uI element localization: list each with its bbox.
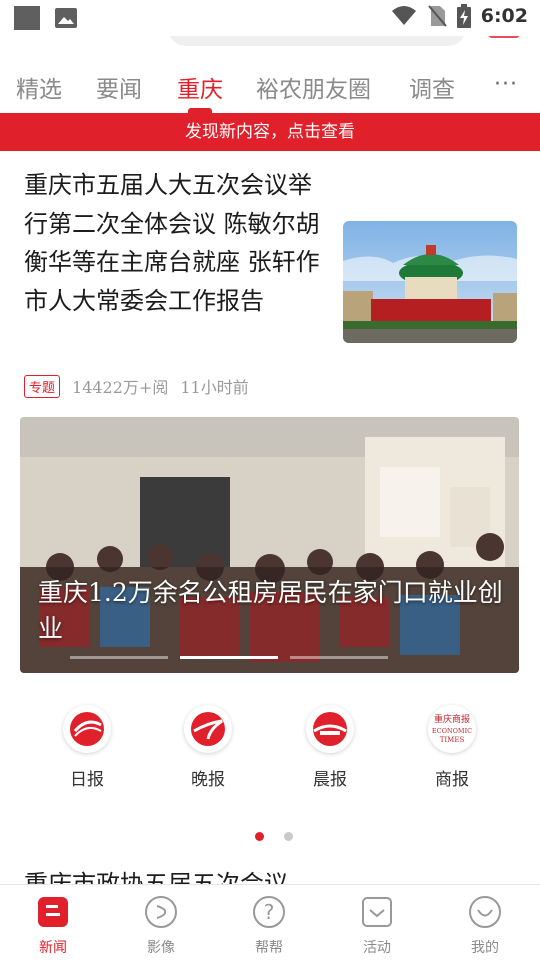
no-sim-icon: [427, 5, 447, 27]
nav-label: 影像: [147, 940, 175, 956]
nav-label: 帮帮: [255, 940, 283, 956]
paper-label: 晚报: [191, 770, 225, 790]
paper-label: 晨报: [313, 770, 347, 790]
business-paper-icon: 重庆商报 ECONOMIC TIMES: [428, 705, 476, 753]
topic-tag: 专题: [24, 374, 61, 398]
profile-icon: [469, 896, 501, 928]
morning-paper-icon: [306, 705, 354, 753]
shortcut-pager: [255, 832, 293, 841]
paper-evening[interactable]: 晚报: [168, 705, 248, 790]
article-title[interactable]: 重庆市五届人大五次会议举行第二次全体会议 陈敏尔胡衡华等在主席台就座 张轩作市人…: [24, 166, 324, 320]
daily-paper-icon: [63, 705, 111, 753]
image-icon: [55, 8, 77, 28]
banner-indicator: [70, 656, 388, 659]
banner-indicator-dot: [290, 656, 388, 659]
featured-banner[interactable]: 重庆1.2万余名公租房居民在家门口就业创业: [20, 417, 519, 673]
tab-yaowen[interactable]: 要闻: [96, 70, 142, 104]
news-icon: [38, 897, 68, 927]
paper-label: 日报: [70, 770, 104, 790]
status-bar: 6:02: [0, 0, 540, 36]
banner-indicator-dot: [180, 656, 278, 659]
battery-charging-icon: [456, 4, 471, 28]
clock: 6:02: [480, 5, 528, 27]
pager-dot: [255, 832, 264, 841]
tab-chongqing[interactable]: 重庆: [177, 70, 223, 104]
tab-diaocha[interactable]: 调查: [409, 70, 455, 104]
nav-label: 新闻: [39, 940, 67, 956]
nav-image[interactable]: 影像: [121, 895, 201, 957]
nav-activity[interactable]: 活动: [337, 895, 417, 957]
pager-dot: [284, 832, 293, 841]
new-content-notice[interactable]: 发现新内容，点击查看: [0, 113, 540, 151]
paper-daily[interactable]: 日报: [47, 705, 127, 790]
notification-square-icon: [14, 6, 40, 30]
newspaper-shortcuts: 日报 晚报 晨报 重庆商报 ECONOMIC TIMES 商报: [0, 705, 540, 805]
svg-text:重庆商报: 重庆商报: [434, 713, 470, 725]
nav-news[interactable]: 新闻: [13, 895, 93, 957]
more-tabs-button[interactable]: ···: [494, 72, 518, 97]
paper-label: 商报: [435, 770, 469, 790]
channel-tabs: 精选 要闻 重庆 裕农朋友圈 调查 ···: [0, 58, 540, 114]
evening-paper-icon: [184, 705, 232, 753]
tab-jingxuan[interactable]: 精选: [16, 70, 62, 104]
svg-text:TIMES: TIMES: [440, 736, 465, 744]
nav-help[interactable]: ? 帮帮: [229, 895, 309, 957]
paper-morning[interactable]: 晨报: [290, 705, 370, 790]
read-count: 14422万+阅: [72, 378, 169, 397]
bottom-nav: 新闻 影像 ? 帮帮 活动 我的: [0, 884, 540, 960]
svg-text:ECONOMIC: ECONOMIC: [432, 727, 472, 735]
wifi-icon: [391, 6, 416, 25]
nav-label: 我的: [471, 940, 499, 956]
paper-business[interactable]: 重庆商报 ECONOMIC TIMES 商报: [412, 705, 492, 790]
svg-text:?: ?: [264, 900, 275, 924]
nav-mine[interactable]: 我的: [445, 895, 525, 957]
article-thumbnail[interactable]: [343, 221, 517, 343]
video-play-icon: [145, 896, 177, 928]
activity-icon: [362, 897, 392, 927]
banner-caption: 重庆1.2万余名公租房居民在家门口就业创业: [38, 578, 503, 643]
tab-yunong[interactable]: 裕农朋友圈: [256, 70, 371, 104]
question-icon: ?: [253, 896, 285, 928]
nav-label: 活动: [363, 940, 391, 956]
great-hall-image: [343, 221, 517, 343]
article-meta: 专题 14422万+阅 11小时前: [24, 374, 249, 398]
publish-time: 11小时前: [180, 378, 249, 397]
banner-indicator-dot: [70, 656, 168, 659]
